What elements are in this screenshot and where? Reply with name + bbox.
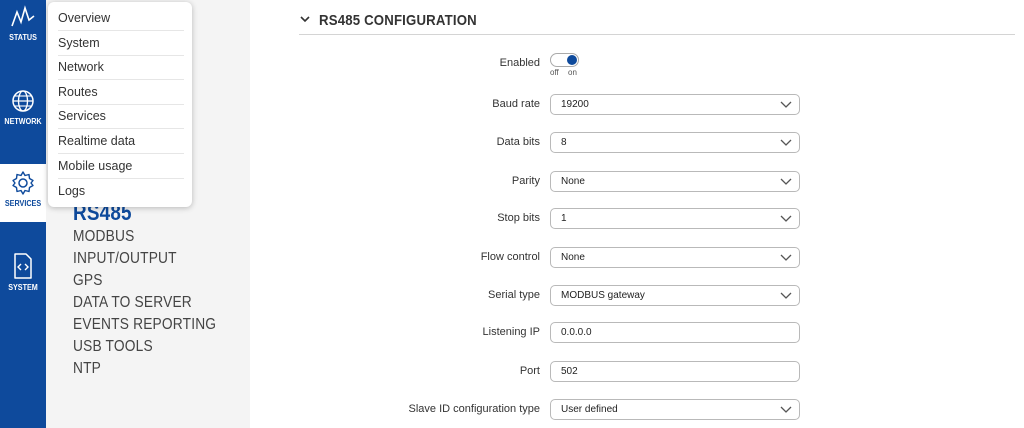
section-header[interactable]: RS485 CONFIGURATION [299,8,1015,35]
baud-rate-select[interactable]: 19200 [550,94,800,115]
port-label: Port [519,365,540,377]
data-bits-value: 8 [561,137,567,148]
menu-item-overview[interactable]: Overview [58,6,184,31]
nav-network-label: NETWORK [4,117,42,126]
listening-ip-value: 0.0.0.0 [561,327,592,338]
menu-item-realtime-data[interactable]: Realtime data [58,129,184,154]
nav-system-label: SYSTEM [8,283,38,292]
data-bits-select[interactable]: 8 [550,132,800,153]
chevron-down-icon [780,215,792,222]
pulse-icon [11,5,35,27]
toggle-knob [567,55,577,65]
menu-item-mobile-usage[interactable]: Mobile usage [58,154,184,179]
parity-label: Parity [511,175,540,187]
menu-item-services[interactable]: Services [58,104,184,129]
submenu-item-events-reporting[interactable]: EVENTS REPORTING [73,316,216,334]
flow-control-label: Flow control [480,251,540,263]
status-dropdown-menu: Overview System Network Routes Services … [48,2,192,207]
slave-id-config-select[interactable]: User defined [550,399,800,420]
gear-icon [12,171,34,195]
stop-bits-value: 1 [561,213,567,224]
flow-control-value: None [561,252,585,263]
nav-services[interactable]: SERVICES [0,164,46,222]
toggle-off-label: off [550,68,559,77]
parity-select[interactable]: None [550,171,800,192]
serial-type-select[interactable]: MODBUS gateway [550,285,800,306]
flow-control-select[interactable]: None [550,247,800,268]
port-input[interactable]: 502 [550,361,800,382]
baud-rate-label: Baud rate [492,98,540,110]
menu-item-logs[interactable]: Logs [58,179,184,203]
code-file-icon [14,253,32,279]
nav-services-label: SERVICES [4,199,42,208]
chevron-down-icon [780,406,792,413]
serial-type-value: MODBUS gateway [561,290,645,301]
chevron-down-icon [780,139,792,146]
baud-rate-value: 19200 [561,99,589,110]
data-bits-label: Data bits [496,136,540,148]
nav-status[interactable]: STATUS [0,4,46,54]
chevron-down-icon [780,292,792,299]
parity-value: None [561,176,585,187]
listening-ip-label: Listening IP [482,326,540,338]
stop-bits-label: Stop bits [497,212,540,224]
submenu-item-ntp[interactable]: NTP [73,360,101,378]
nav-status-label: STATUS [9,33,37,42]
section-title: RS485 CONFIGURATION [319,12,477,29]
menu-item-routes[interactable]: Routes [58,80,184,105]
submenu-item-modbus[interactable]: MODBUS [73,228,134,246]
serial-type-label: Serial type [488,289,540,301]
slave-id-config-label: Slave ID configuration type [408,403,540,415]
enabled-toggle[interactable] [550,53,579,67]
globe-icon [12,90,34,112]
chevron-down-icon [780,254,792,261]
enabled-label: Enabled [499,57,540,69]
submenu-item-gps[interactable]: GPS [73,272,103,290]
port-value: 502 [561,366,578,377]
nav-system[interactable]: SYSTEM [0,252,46,302]
slave-id-config-value: User defined [561,404,618,415]
toggle-on-label: on [568,68,577,77]
submenu-item-input-output[interactable]: INPUT/OUTPUT [73,250,177,268]
listening-ip-input[interactable]: 0.0.0.0 [550,322,800,343]
main-nav-rail: STATUS NETWORK SERVICES SYSTEM [0,0,46,428]
menu-item-network[interactable]: Network [58,55,184,80]
chevron-down-icon [300,16,310,23]
nav-network[interactable]: NETWORK [0,88,46,138]
submenu-item-data-to-server[interactable]: DATA TO SERVER [73,294,192,312]
menu-item-system[interactable]: System [58,31,184,56]
stop-bits-select[interactable]: 1 [550,208,800,229]
chevron-down-icon [780,178,792,185]
chevron-down-icon [780,101,792,108]
submenu-item-usb-tools[interactable]: USB TOOLS [73,338,153,356]
